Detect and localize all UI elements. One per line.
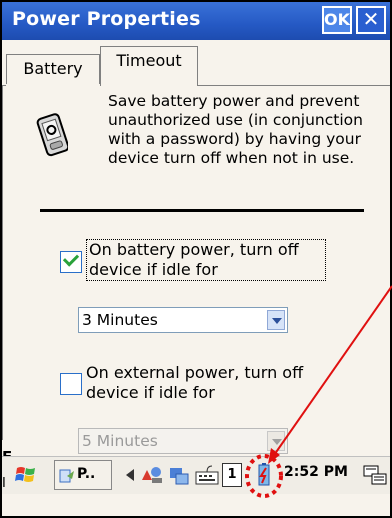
checkmark-icon <box>62 250 80 267</box>
battery-icon[interactable] <box>254 462 274 488</box>
device-pda-icon <box>36 113 68 157</box>
battery-timeout-dropdown[interactable]: 3 Minutes <box>78 307 288 333</box>
edge-fragment-bottom: I <box>2 476 6 491</box>
window-title: Power Properties <box>12 8 201 30</box>
power-app-icon <box>59 469 74 483</box>
external-idle-label[interactable]: On external power, turn off device if id… <box>86 363 346 403</box>
battery-timeout-value: 3 Minutes <box>82 311 158 329</box>
ok-button[interactable]: OK <box>322 6 352 34</box>
external-timeout-value: 5 Minutes <box>82 432 158 450</box>
tab-battery[interactable]: Battery <box>6 54 100 84</box>
external-idle-checkbox[interactable] <box>60 373 82 395</box>
keyboard-icon[interactable] <box>194 462 220 488</box>
close-button[interactable]: ✕ <box>356 6 386 34</box>
title-bar: Power Properties OK ✕ <box>2 2 390 40</box>
network-connect-icon[interactable] <box>166 462 192 488</box>
description-text: Save battery power and prevent unauthori… <box>108 92 363 167</box>
network-icon[interactable] <box>138 462 164 488</box>
chevron-down-icon[interactable] <box>267 310 285 330</box>
task-label: P.. <box>77 466 96 482</box>
tab-timeout[interactable]: Timeout <box>100 46 198 86</box>
battery-idle-label[interactable]: On battery power, turn off device if idl… <box>86 239 326 281</box>
separator-line <box>40 209 364 212</box>
tab-strip: Battery Timeout <box>2 40 390 86</box>
taskbar-task-button[interactable]: P.. <box>54 460 112 490</box>
external-timeout-dropdown[interactable]: 5 Minutes <box>78 428 288 454</box>
start-flag-icon[interactable] <box>14 463 38 487</box>
chevron-down-icon[interactable] <box>267 431 285 451</box>
clock[interactable]: 2:52 PM <box>284 464 348 480</box>
tray-number-badge[interactable]: 1 <box>222 463 242 487</box>
battery-idle-checkbox[interactable] <box>60 250 82 273</box>
input-panel-icon[interactable] <box>362 462 388 488</box>
